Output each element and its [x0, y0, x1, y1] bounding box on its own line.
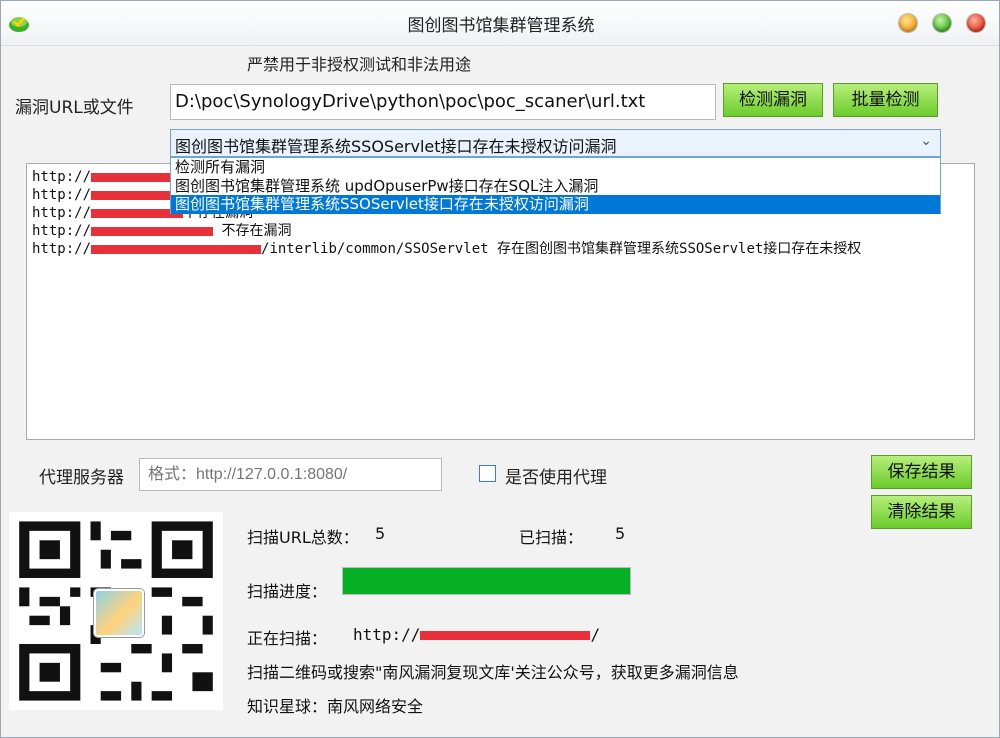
dropdown-option-selected[interactable]: 图创图书馆集群管理系统SSOServlet接口存在未授权访问漏洞 — [171, 195, 940, 214]
redacted-host — [91, 226, 214, 236]
vuln-select-value: 图创图书馆集群管理系统SSOServlet接口存在未授权访问漏洞 — [175, 137, 617, 156]
use-proxy-checkbox[interactable] — [479, 465, 496, 482]
vuln-dropdown-list: 检测所有漏洞 图创图书馆集群管理系统 updOpuserPw接口存在SQL注入漏… — [170, 157, 941, 214]
url-label: 漏洞URL或文件 — [15, 98, 134, 118]
warning-text: 严禁用于非授权测试和非法用途 — [247, 55, 472, 74]
current-scan-url: http:/// — [353, 625, 601, 644]
redacted-host — [91, 244, 262, 254]
window-title: 图创图书馆集群管理系统 — [407, 16, 595, 36]
url-input[interactable]: D:\poc\SynologyDrive\python\poc\poc_scan… — [170, 84, 716, 120]
title-bar: 图创图书馆集群管理系统 — [1, 1, 999, 46]
app-window: 图创图书馆集群管理系统 严禁用于非授权测试和非法用途 漏洞URL或文件 D:\p… — [0, 0, 1000, 738]
save-results-button[interactable]: 保存结果 — [871, 455, 972, 489]
proxy-label: 代理服务器 — [39, 468, 124, 488]
result-line: http:// — [32, 168, 184, 186]
scan-progress-bar — [342, 567, 631, 595]
qr-hint-text: 扫描二维码或搜索"南风漏洞复现文库'关注公众号，获取更多漏洞信息 — [247, 663, 739, 682]
clear-results-button[interactable]: 清除结果 — [871, 495, 972, 529]
total-urls-label: 扫描URL总数： — [247, 528, 359, 547]
result-line: http:///interlib/common/SSOServlet 存在图创图… — [32, 241, 862, 257]
detect-button[interactable]: 检测漏洞 — [723, 83, 823, 117]
dropdown-option[interactable]: 检测所有漏洞 — [171, 158, 940, 177]
redacted-host — [420, 631, 591, 640]
chevron-down-icon[interactable]: ⌄ — [920, 133, 932, 149]
use-proxy-label: 是否使用代理 — [505, 468, 607, 488]
result-line: http:// 不存在漏洞 — [32, 223, 292, 239]
result-line: http:// — [32, 186, 184, 204]
scanned-label: 已扫描： — [519, 528, 584, 547]
maximize-button[interactable] — [933, 14, 951, 32]
scanned-value: 5 — [615, 524, 626, 543]
total-urls-value: 5 — [375, 524, 386, 543]
current-scan-label: 正在扫描： — [247, 629, 328, 648]
close-button[interactable] — [967, 14, 985, 32]
scan-progress-fill — [343, 568, 630, 594]
planet-text: 知识星球：南风网络安全 — [247, 697, 424, 716]
proxy-input[interactable] — [139, 458, 442, 491]
progress-label: 扫描进度： — [247, 582, 328, 601]
qr-center-logo-icon — [94, 589, 144, 637]
batch-detect-button[interactable]: 批量检测 — [833, 83, 938, 117]
vuln-select[interactable]: 图创图书馆集群管理系统SSOServlet接口存在未授权访问漏洞 ⌄ — [170, 129, 941, 157]
minimize-button[interactable] — [899, 14, 917, 32]
dropdown-option[interactable]: 图创图书馆集群管理系统 updOpuserPw接口存在SQL注入漏洞 — [171, 177, 940, 196]
